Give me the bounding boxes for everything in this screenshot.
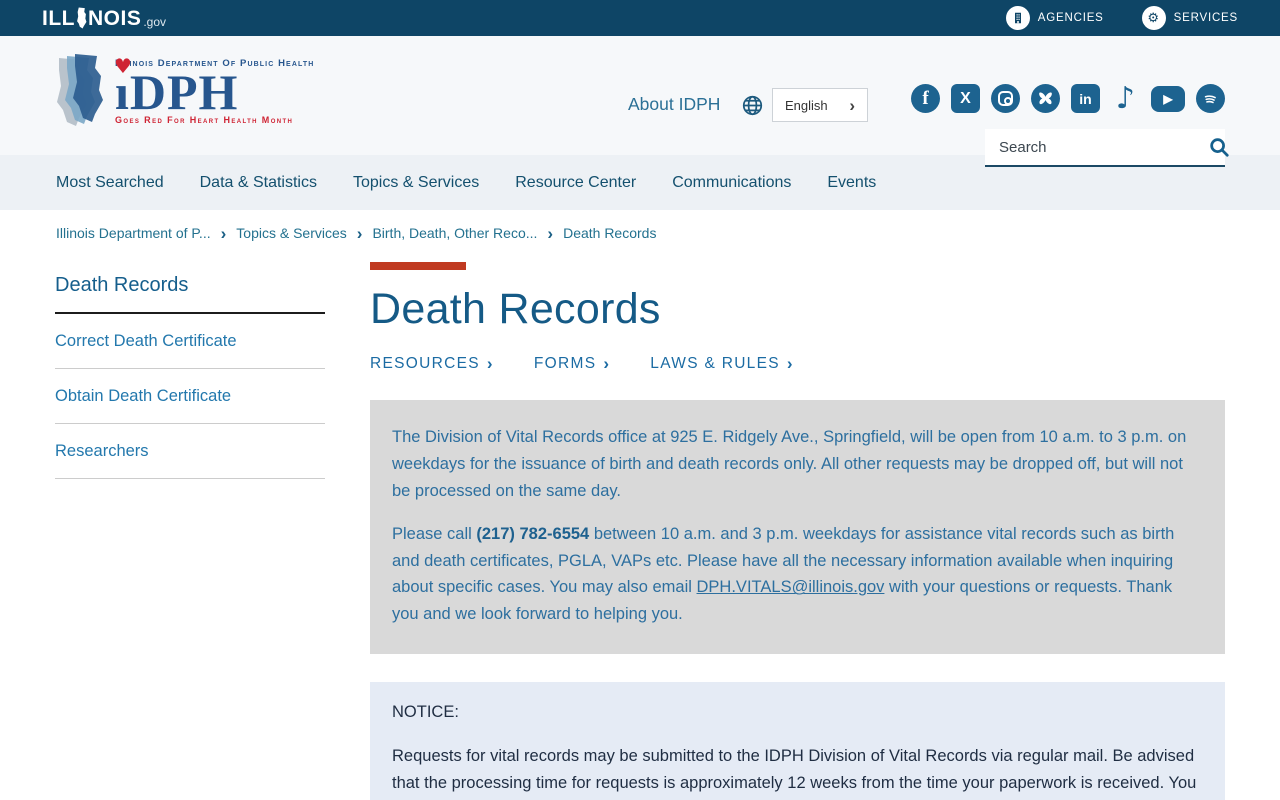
sidebar: Death Records Correct Death Certificate …: [55, 274, 325, 479]
language-value: English: [785, 97, 828, 113]
services-link[interactable]: ⚙ SERVICES: [1141, 6, 1238, 30]
idph-logo-text: Illinois Department of Public Health ı ♥ D…: [114, 53, 314, 125]
heart-icon: ♥: [114, 53, 133, 78]
instagram-icon[interactable]: [991, 84, 1020, 113]
building-icon: [1005, 6, 1030, 30]
instagram-frame: [998, 91, 1013, 106]
idph-logo-i: ı ♥: [114, 53, 133, 120]
agencies-link[interactable]: AGENCIES: [1005, 6, 1104, 30]
bluesky-icon[interactable]: [1031, 84, 1060, 113]
content: Death Records Correct Death Certificate …: [0, 256, 1280, 800]
tiktok-icon[interactable]: ♪: [1111, 81, 1140, 116]
notice-box: NOTICE: Requests for vital records may b…: [370, 682, 1225, 800]
youtube-icon[interactable]: ▶: [1151, 85, 1185, 112]
facebook-icon[interactable]: f: [911, 84, 940, 113]
header: Illinois Department of Public Health ı ♥ D…: [0, 36, 1280, 167]
chevron-right-icon: ›: [849, 95, 855, 115]
nav-resource-center[interactable]: Resource Center: [515, 174, 636, 192]
x-icon[interactable]: X: [951, 84, 980, 113]
chevron-right-icon: ›: [603, 354, 611, 373]
social-links: f X in ♪ ▶: [911, 81, 1225, 116]
quick-links: RESOURCES › FORMS › LAWS & RULES ›: [370, 354, 1225, 374]
breadcrumb-home[interactable]: Illinois Department of P...: [56, 225, 211, 241]
globe-icon: [742, 95, 763, 115]
language-selector[interactable]: English ›: [772, 88, 868, 122]
topbar: ILL NOIS .gov AGENCIES ⚙ SERVICES: [0, 0, 1280, 36]
idph-logo-main: ı ♥ DPH: [114, 53, 239, 120]
notice-body: Requests for vital records may be submit…: [392, 747, 1197, 793]
breadcrumb: Illinois Department of P... › Topics & S…: [0, 210, 1280, 256]
logo-text-gov: .gov: [143, 14, 167, 29]
search-icon: [1210, 138, 1229, 157]
alert-paragraph-1: The Division of Vital Records office at …: [392, 428, 1187, 500]
illinois-state-icon: [77, 7, 87, 29]
logo-text-nois: NOIS: [88, 7, 142, 30]
spotify-icon[interactable]: [1196, 84, 1225, 113]
services-label: SERVICES: [1173, 12, 1238, 24]
illinois-gov-logo[interactable]: ILL NOIS .gov: [42, 7, 166, 29]
notice-label: NOTICE:: [392, 703, 459, 722]
laws-rules-link[interactable]: LAWS & RULES ›: [650, 354, 794, 374]
breadcrumb-death-records[interactable]: Death Records: [563, 225, 656, 241]
sidebar-item-researchers[interactable]: Researchers: [55, 424, 325, 479]
gears-icon: ⚙: [1141, 6, 1166, 30]
accent-bar: [370, 262, 466, 270]
chevron-right-icon: ›: [220, 223, 227, 243]
idph-state-icon: [57, 54, 103, 126]
linkedin-icon[interactable]: in: [1071, 84, 1100, 113]
breadcrumb-topics-services[interactable]: Topics & Services: [236, 225, 346, 241]
vital-records-alert: The Division of Vital Records office at …: [370, 400, 1225, 655]
chevron-right-icon: ›: [356, 223, 363, 243]
nav-topics-services[interactable]: Topics & Services: [353, 174, 479, 192]
chevron-right-icon: ›: [547, 223, 554, 243]
email-link[interactable]: DPH.VITALS@illinois.gov: [697, 578, 885, 596]
search-input[interactable]: [985, 138, 1208, 156]
alert-paragraph-2: Please call (217) 782-6554 between 10 a.…: [392, 524, 1175, 624]
chevron-right-icon: ›: [486, 354, 494, 373]
logo-text-ill: ILL: [42, 7, 75, 30]
about-idph-link[interactable]: About IDPH: [628, 94, 720, 115]
main-content: Death Records RESOURCES › FORMS › LAWS &…: [370, 256, 1225, 800]
page-title: Death Records: [370, 285, 661, 333]
nav-most-searched[interactable]: Most Searched: [56, 174, 164, 192]
idph-logo[interactable]: Illinois Department of Public Health ı ♥ D…: [55, 52, 314, 130]
search-form: [985, 129, 1229, 167]
nav-data-statistics[interactable]: Data & Statistics: [200, 174, 317, 192]
agencies-label: AGENCIES: [1037, 12, 1104, 24]
sidebar-title-death-records[interactable]: Death Records: [55, 274, 325, 314]
breadcrumb-birth-death-records[interactable]: Birth, Death, Other Reco...: [372, 225, 537, 241]
search-button[interactable]: [1208, 136, 1242, 158]
topbar-links: AGENCIES ⚙ SERVICES: [1005, 6, 1238, 30]
nav-communications[interactable]: Communications: [672, 174, 791, 192]
sidebar-item-correct-death-certificate[interactable]: Correct Death Certificate: [55, 314, 325, 369]
sidebar-item-obtain-death-certificate[interactable]: Obtain Death Certificate: [55, 369, 325, 424]
chevron-right-icon: ›: [786, 354, 794, 373]
page: ILL NOIS .gov AGENCIES ⚙ SERVICES Illino…: [0, 0, 1280, 800]
nav-events[interactable]: Events: [827, 174, 876, 192]
idph-logo-tagline: Goes Red for Heart Health Month: [115, 114, 294, 125]
resources-link[interactable]: RESOURCES ›: [370, 354, 494, 374]
language-group: English ›: [742, 88, 868, 122]
phone-number: (217) 782-6554: [476, 524, 590, 543]
forms-link[interactable]: FORMS ›: [534, 354, 610, 374]
